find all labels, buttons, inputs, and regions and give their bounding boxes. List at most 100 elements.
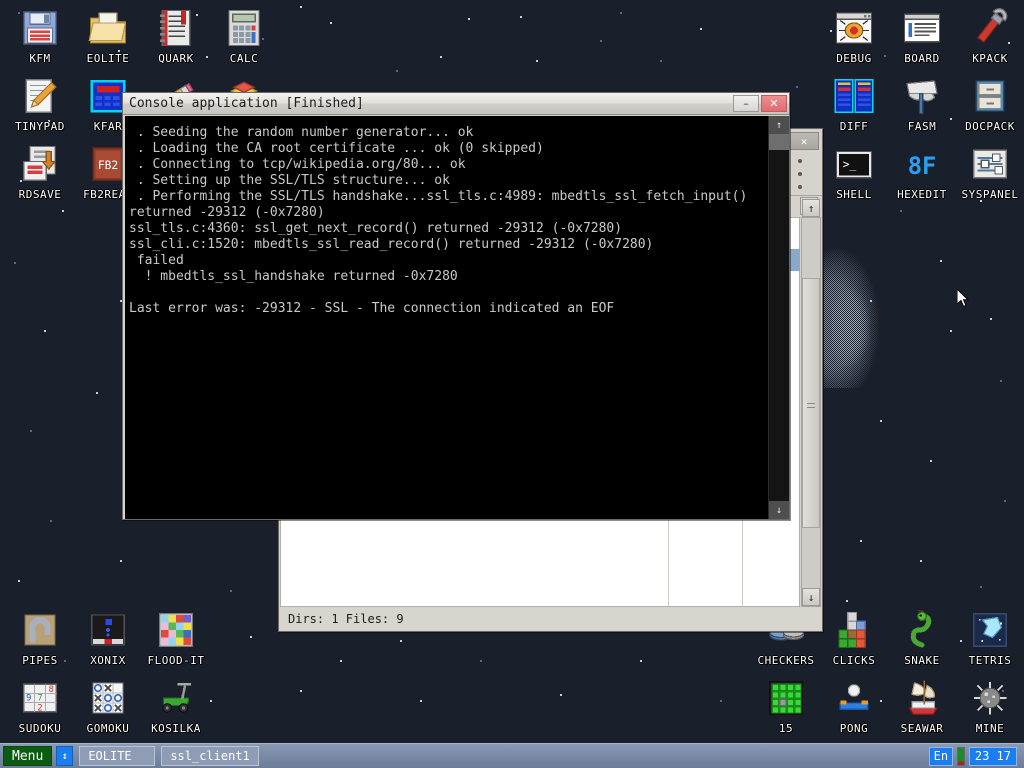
desktop-icon-debug[interactable]: DEBUG xyxy=(820,8,888,65)
8f-hex-icon: 8F xyxy=(902,144,942,184)
desktop-icon-eolite[interactable]: EOLITE xyxy=(74,8,142,65)
console-scrollbar[interactable]: ↑ ↓ xyxy=(768,116,789,519)
desktop-icon-label: BOARD xyxy=(888,52,956,65)
desktop-icon-pong[interactable]: PONG xyxy=(820,678,888,735)
desktop-icon-hexedit[interactable]: 8FHEXEDIT xyxy=(888,144,956,201)
floppy-disk-icon xyxy=(20,8,60,48)
console-titlebar[interactable]: Console application [Finished] – ✕ xyxy=(123,93,789,115)
desktop-icon-label: QUARK xyxy=(142,52,210,65)
desktop-icon-clicks[interactable]: CLICKS xyxy=(820,610,888,667)
file-manager-close-button[interactable]: ✕ xyxy=(789,132,819,150)
console-minimize-button[interactable]: – xyxy=(733,95,759,112)
nebula-decoration xyxy=(824,248,879,388)
desktop-icon-snake[interactable]: SNAKE xyxy=(888,610,956,667)
desktop-icon-label: EOLITE xyxy=(74,52,142,65)
desktop-icon-label: GOMOKU xyxy=(74,722,142,735)
svg-text:7: 7 xyxy=(37,694,42,704)
desktop-icon-label: KFM xyxy=(6,52,74,65)
desktop-icon-label: MINE xyxy=(956,722,1024,735)
desktop-icon-docpack[interactable]: DOCPACK xyxy=(956,76,1024,133)
desktop-icon-kosilka[interactable]: KOSILKA xyxy=(142,678,210,735)
desktop-icon-label: KOSILKA xyxy=(142,722,210,735)
desktop-icon-kpack[interactable]: KPACK xyxy=(956,8,1024,65)
fasm-flag-icon xyxy=(902,76,942,116)
star xyxy=(980,586,982,588)
star xyxy=(660,60,662,62)
console-window[interactable]: Console application [Finished] – ✕ . See… xyxy=(122,92,790,520)
desktop-icon-kfm[interactable]: KFM xyxy=(6,8,74,65)
desktop-icon-label: DIFF xyxy=(820,120,888,133)
taskbar-item[interactable]: EOLITE xyxy=(79,746,155,766)
star xyxy=(880,420,882,422)
file-manager-status-bar: Dirs: 1 Files: 9 xyxy=(280,608,821,630)
console-scroll-track[interactable] xyxy=(769,134,789,501)
fifteen-icon xyxy=(766,678,806,718)
console-scroll-down-button[interactable]: ↓ xyxy=(769,501,789,519)
console-scroll-up-button[interactable]: ↑ xyxy=(769,116,789,134)
star xyxy=(846,600,848,602)
star xyxy=(50,520,52,522)
file-manager-vertical-scrollbar[interactable]: ↑ ↓ xyxy=(801,217,821,607)
desktop-icon-board[interactable]: BOARD xyxy=(888,8,956,65)
start-menu-button[interactable]: Menu xyxy=(3,746,52,766)
desktop-icon-tinypad[interactable]: TINYPAD xyxy=(6,76,74,133)
gomoku-icon xyxy=(88,678,128,718)
console-output-text: . Seeding the random number generator...… xyxy=(125,116,768,519)
taskbar[interactable]: Menu ↕ EOLITE ssl_client1 En 23 17 xyxy=(0,743,1024,768)
desktop-icon-gomoku[interactable]: GOMOKU xyxy=(74,678,142,735)
desktop-icon-label: TETRIS xyxy=(956,654,1024,667)
file-manager-scroll-down-button[interactable]: ↓ xyxy=(802,588,820,606)
textwindow-icon xyxy=(902,8,942,48)
sudoku-icon: 8972 xyxy=(20,678,60,718)
taskbar-task-list: EOLITE ssl_client1 xyxy=(73,746,258,766)
star xyxy=(620,12,622,14)
desktop-icon-label: SUDOKU xyxy=(6,722,74,735)
desktop-icon-diff[interactable]: DIFF xyxy=(820,76,888,133)
desktop-icon-tetris[interactable]: TETRIS xyxy=(956,610,1024,667)
desktop-icon-fasm[interactable]: FASM xyxy=(888,76,956,133)
desktop-icon-shell[interactable]: >_SHELL xyxy=(820,144,888,201)
desktop-icon-calc[interactable]: CALC xyxy=(210,8,278,65)
console-close-button[interactable]: ✕ xyxy=(761,95,787,112)
star xyxy=(300,6,302,8)
star xyxy=(940,260,942,262)
star xyxy=(920,560,922,562)
star xyxy=(230,590,232,592)
desktop-icon-15[interactable]: 15 xyxy=(752,678,820,735)
star xyxy=(796,86,798,88)
terminal-icon: >_ xyxy=(834,144,874,184)
console-scroll-thumb[interactable] xyxy=(769,134,789,150)
file-manager-scroll-up-button[interactable]: ↑ xyxy=(802,199,820,217)
desktop-icon-sudoku[interactable]: 8972 SUDOKU xyxy=(6,678,74,735)
lawnmower-icon xyxy=(156,678,196,718)
desktop-icon-label: SYSPANEL xyxy=(956,188,1024,201)
desktop-icon-quark[interactable]: QUARK xyxy=(142,8,210,65)
notebook-icon xyxy=(156,8,196,48)
star xyxy=(468,18,470,20)
star xyxy=(420,700,422,702)
console-body[interactable]: . Seeding the random number generator...… xyxy=(125,116,789,519)
taskbar-item[interactable]: ssl_client1 xyxy=(161,746,258,766)
cabinet-icon xyxy=(970,76,1010,116)
star xyxy=(930,460,932,462)
language-indicator[interactable]: En xyxy=(929,747,953,766)
desktop-icon-flood-it[interactable]: FLOOD-IT xyxy=(142,610,210,667)
file-manager-scroll-thumb[interactable] xyxy=(802,278,820,528)
desktop-icon-syspanel[interactable]: SYSPANEL xyxy=(956,144,1024,201)
desktop-icon-xonix[interactable]: XONIX xyxy=(74,610,142,667)
clock[interactable]: 23 17 xyxy=(969,747,1017,766)
file-manager-menu-icon[interactable] xyxy=(794,159,806,189)
star xyxy=(950,330,952,332)
desktop-icon-pipes[interactable]: PIPES xyxy=(6,610,74,667)
star xyxy=(30,430,32,432)
star xyxy=(300,690,302,692)
mine-icon xyxy=(970,678,1010,718)
desktop-icon-rdsave[interactable]: RDSAVE xyxy=(6,144,74,201)
svg-text:8: 8 xyxy=(49,685,54,695)
desktop-icon-label: CLICKS xyxy=(820,654,888,667)
window-raise-lower-button[interactable]: ↕ xyxy=(56,746,73,766)
desktop-icon-mine[interactable]: MINE xyxy=(956,678,1024,735)
desktop-icon-seawar[interactable]: SEAWAR xyxy=(888,678,956,735)
svg-text:2: 2 xyxy=(37,704,42,714)
desktop[interactable]: KFMEOLITEQUARKCALCTINYPADKFARRDSAVEFB2FB… xyxy=(0,0,1024,768)
